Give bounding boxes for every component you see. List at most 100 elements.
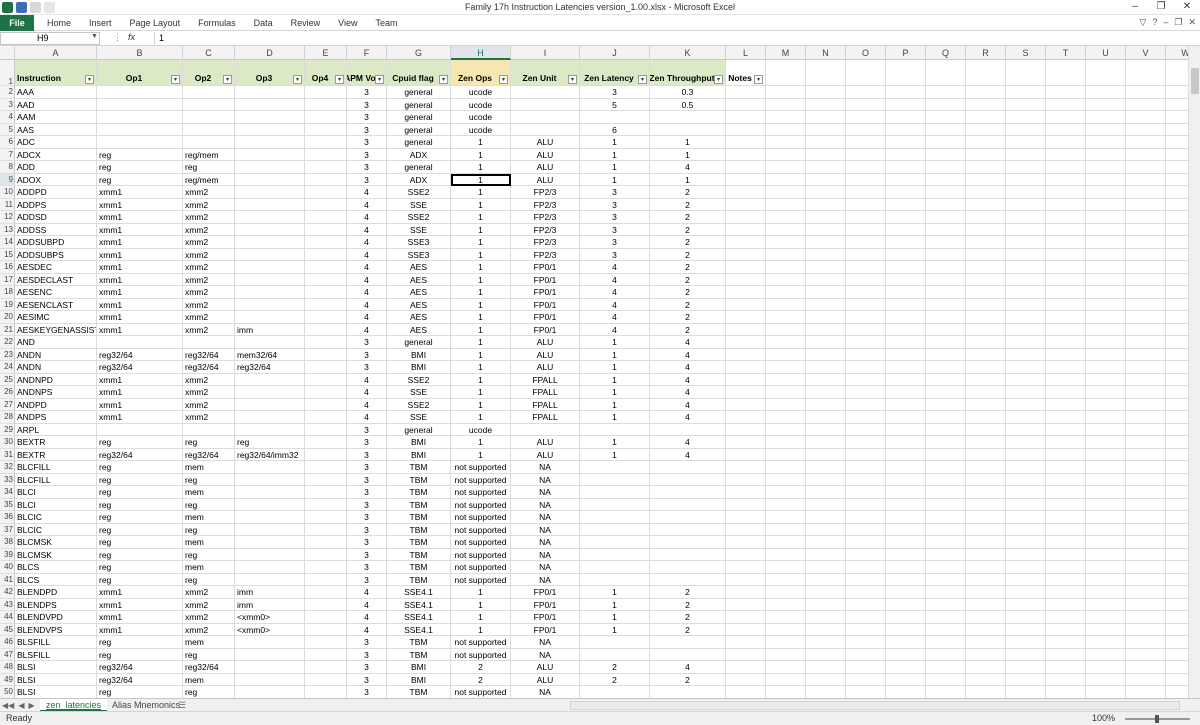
cell[interactable]: [1006, 673, 1046, 686]
cell[interactable]: [1046, 686, 1086, 698]
cell[interactable]: [726, 211, 766, 224]
cell[interactable]: [966, 223, 1006, 236]
cell[interactable]: [305, 561, 347, 574]
cell[interactable]: [1086, 373, 1126, 386]
cell[interactable]: [235, 673, 305, 686]
cell[interactable]: 2: [650, 223, 726, 236]
cell[interactable]: [926, 473, 966, 486]
cell[interactable]: [1126, 86, 1166, 99]
cell[interactable]: xmm1: [97, 411, 183, 424]
cell[interactable]: [1166, 511, 1188, 524]
cell[interactable]: [235, 661, 305, 674]
cell[interactable]: [305, 648, 347, 661]
cell[interactable]: [1006, 561, 1046, 574]
cell[interactable]: [1166, 599, 1188, 611]
cell[interactable]: [235, 561, 305, 574]
filter-dropdown-icon[interactable]: ▾: [638, 75, 647, 84]
cell[interactable]: xmm1: [97, 261, 183, 274]
cell[interactable]: xmm1: [97, 586, 183, 599]
cell[interactable]: reg: [97, 561, 183, 574]
cell[interactable]: general: [387, 86, 451, 99]
cell[interactable]: [846, 348, 886, 361]
cell[interactable]: reg32/64: [97, 673, 183, 686]
cell[interactable]: [846, 273, 886, 286]
cell[interactable]: NA: [511, 498, 580, 511]
cell[interactable]: [1086, 286, 1126, 299]
cell[interactable]: reg: [97, 686, 183, 698]
cell[interactable]: SSE2: [387, 373, 451, 386]
cell[interactable]: [1086, 498, 1126, 511]
cell[interactable]: [1166, 536, 1188, 549]
cell[interactable]: 3: [347, 498, 387, 511]
cell[interactable]: 3: [347, 473, 387, 486]
cell[interactable]: 2: [650, 211, 726, 224]
cell[interactable]: [305, 361, 347, 374]
cell[interactable]: [1166, 624, 1188, 636]
cell[interactable]: 1: [580, 436, 650, 449]
cell[interactable]: [1086, 336, 1126, 349]
cell[interactable]: [1006, 386, 1046, 399]
cell[interactable]: [806, 436, 846, 449]
cell[interactable]: [1046, 298, 1086, 311]
cell[interactable]: 4: [650, 386, 726, 399]
cell[interactable]: mem: [183, 561, 235, 574]
cell[interactable]: [1006, 586, 1046, 599]
cell[interactable]: [1006, 136, 1046, 149]
cell[interactable]: [966, 373, 1006, 386]
zoom-level[interactable]: 100%: [1092, 713, 1115, 723]
cell[interactable]: TBM: [387, 548, 451, 561]
cell[interactable]: [1086, 198, 1126, 211]
cell[interactable]: [806, 198, 846, 211]
cell[interactable]: [766, 123, 806, 136]
cell[interactable]: NA: [511, 523, 580, 536]
cell[interactable]: BLENDPD: [15, 586, 97, 599]
cell[interactable]: [1086, 623, 1126, 636]
cell[interactable]: [726, 386, 766, 399]
cell[interactable]: [966, 336, 1006, 349]
cell[interactable]: 1: [580, 598, 650, 611]
cell[interactable]: [1166, 574, 1188, 586]
cell[interactable]: [1086, 323, 1126, 336]
cell[interactable]: 3: [347, 123, 387, 136]
cell[interactable]: 4: [347, 286, 387, 299]
cell[interactable]: 5: [580, 98, 650, 111]
cell[interactable]: [926, 598, 966, 611]
cell[interactable]: 4: [347, 186, 387, 199]
cell[interactable]: [806, 123, 846, 136]
cell[interactable]: TBM: [387, 461, 451, 474]
cell[interactable]: [846, 211, 886, 224]
header-cell[interactable]: Zen Latency ▾: [580, 60, 650, 86]
cell[interactable]: [305, 486, 347, 499]
cell[interactable]: [97, 111, 183, 124]
cell[interactable]: 4: [347, 273, 387, 286]
row-number[interactable]: 26: [0, 386, 15, 399]
cell[interactable]: NA: [511, 573, 580, 586]
cell[interactable]: [1046, 211, 1086, 224]
cell[interactable]: xmm2: [183, 323, 235, 336]
cell[interactable]: not supported: [451, 636, 511, 649]
cell[interactable]: [1166, 111, 1188, 124]
cell[interactable]: [886, 523, 926, 536]
cell[interactable]: [1166, 174, 1188, 186]
cell[interactable]: xmm1: [97, 286, 183, 299]
cell[interactable]: [235, 236, 305, 249]
cell[interactable]: 4: [580, 261, 650, 274]
workbook-minimize-icon[interactable]: –: [1163, 17, 1168, 28]
cell[interactable]: [886, 60, 926, 86]
cell[interactable]: [1086, 211, 1126, 224]
cell[interactable]: [886, 448, 926, 461]
vertical-scroll-thumb[interactable]: [1191, 68, 1199, 94]
cell[interactable]: [726, 398, 766, 411]
cell[interactable]: 2: [650, 286, 726, 299]
cell[interactable]: [806, 423, 846, 436]
cell[interactable]: ALU: [511, 136, 580, 149]
cell[interactable]: ALU: [511, 361, 580, 374]
cell[interactable]: [1006, 123, 1046, 136]
cell[interactable]: [1046, 186, 1086, 199]
cell[interactable]: reg: [97, 173, 183, 186]
cell[interactable]: [726, 623, 766, 636]
cell[interactable]: 1: [451, 336, 511, 349]
cell[interactable]: [766, 398, 806, 411]
cell[interactable]: FP2/3: [511, 198, 580, 211]
cell[interactable]: [966, 248, 1006, 261]
